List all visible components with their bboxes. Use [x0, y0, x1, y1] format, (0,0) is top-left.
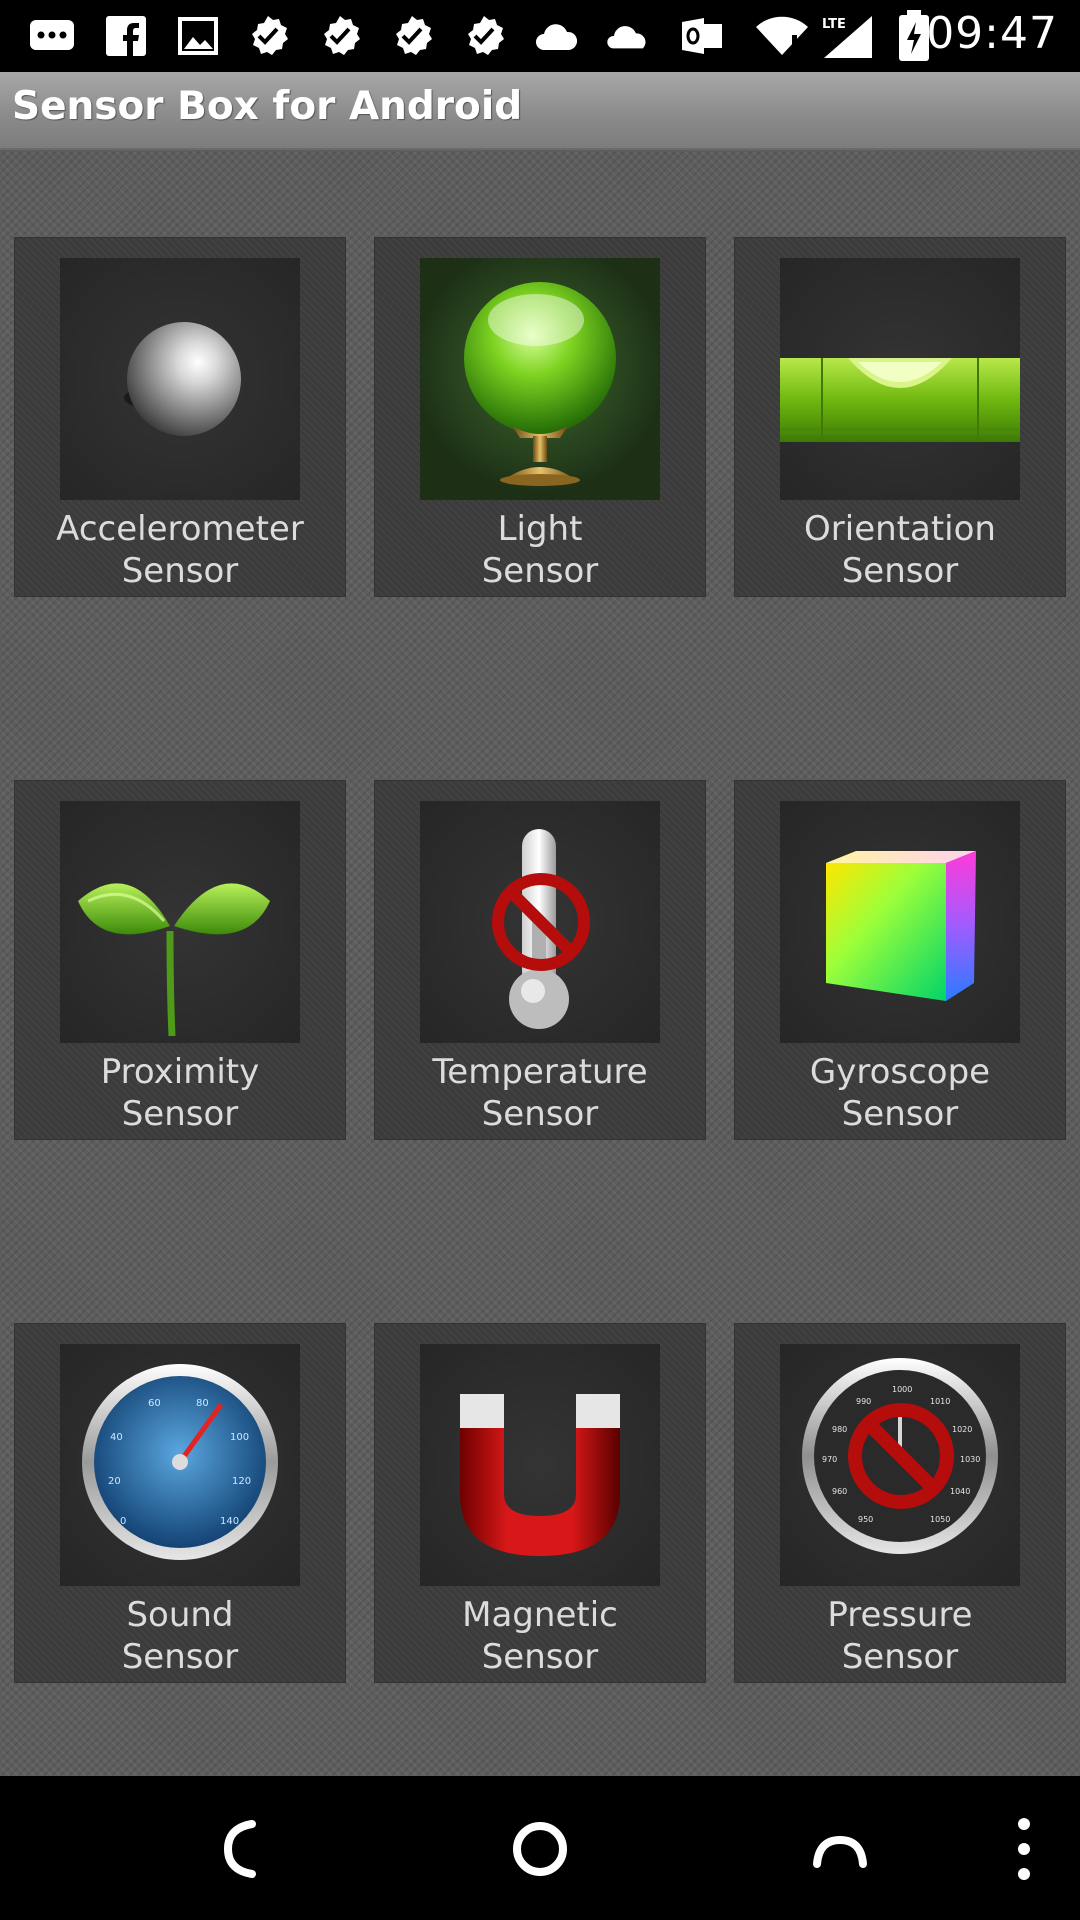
cloud-icon: [606, 14, 650, 58]
home-icon[interactable]: [505, 1814, 575, 1884]
app-title-bar: Sensor Box for Android: [0, 72, 1080, 150]
spirit-level-icon: [780, 258, 1020, 500]
clock: 09:47: [926, 8, 1058, 59]
magnet-icon: [420, 1344, 660, 1586]
facebook-icon: [104, 14, 148, 58]
outlook-icon: [680, 14, 724, 58]
metal-ball-icon: [60, 258, 300, 500]
gauge-tick-label: 120: [232, 1476, 251, 1487]
pressure-sensor-tile[interactable]: 1000 990 1010 980 1020 970 1030 960 1040…: [735, 1324, 1065, 1682]
gyroscope-sensor-tile[interactable]: Gyroscope Sensor: [735, 781, 1065, 1139]
gauge-tick-label: 1000: [892, 1385, 912, 1394]
light-sensor-tile[interactable]: Light Sensor: [375, 238, 705, 596]
sensor-label: Pressure Sensor: [827, 1595, 973, 1677]
gauge-tick-label: 60: [148, 1398, 161, 1409]
gauge-tick-label: 80: [196, 1398, 209, 1409]
back-icon[interactable]: [206, 1814, 276, 1884]
lte-signal-icon: LTE: [820, 14, 876, 58]
orientation-sensor-tile[interactable]: Orientation Sensor: [735, 238, 1065, 596]
gauge-tick-label: 1050: [930, 1515, 950, 1524]
sprout-icon: [60, 801, 300, 1043]
unavailable-icon: [492, 873, 590, 971]
image-icon: [176, 14, 220, 58]
gauge-tick-label: 20: [108, 1476, 121, 1487]
speedometer-icon: 0 20 40 60 80 100 120 140: [60, 1344, 300, 1586]
check-icon: [390, 14, 434, 58]
sensor-label: Temperature Sensor: [432, 1052, 648, 1134]
check-icon: [246, 14, 290, 58]
check-icon: [318, 14, 362, 58]
sensor-label: Accelerometer Sensor: [56, 509, 304, 591]
temperature-sensor-tile[interactable]: Temperature Sensor: [375, 781, 705, 1139]
gauge-tick-label: 40: [110, 1432, 123, 1443]
gauge-tick-label: 970: [822, 1455, 837, 1464]
sensor-label: Magnetic Sensor: [462, 1595, 618, 1677]
magnetic-sensor-tile[interactable]: Magnetic Sensor: [375, 1324, 705, 1682]
sensor-label: Proximity Sensor: [100, 1052, 260, 1134]
check-icon: [462, 14, 506, 58]
sensor-label: Sound Sensor: [121, 1595, 239, 1677]
sensor-label: Orientation Sensor: [804, 509, 996, 591]
navigation-bar: [0, 1776, 1080, 1920]
recents-icon[interactable]: [805, 1814, 875, 1884]
sound-sensor-tile[interactable]: 0 20 40 60 80 100 120 140 Sound Sensor: [15, 1324, 345, 1682]
app-title: Sensor Box for Android: [12, 84, 523, 129]
color-cube-icon: [780, 801, 1020, 1043]
gauge-tick-label: 100: [230, 1432, 249, 1443]
accelerometer-sensor-tile[interactable]: Accelerometer Sensor: [15, 238, 345, 596]
chat-icon: [30, 14, 74, 58]
overflow-menu-icon[interactable]: [985, 1814, 1045, 1884]
sensor-label: Gyroscope Sensor: [809, 1052, 991, 1134]
status-bar: LTE 09:47: [0, 0, 1080, 72]
crystal-ball-icon: [420, 258, 660, 500]
unavailable-icon: [848, 1403, 954, 1509]
sensor-grid: Accelerometer Sensor Light Sensor Orient…: [0, 150, 1080, 1776]
gauge-tick-label: 1030: [960, 1455, 980, 1464]
wifi-icon: [752, 14, 812, 58]
cloud-icon: [534, 14, 578, 58]
svg-text:LTE: LTE: [822, 17, 846, 32]
gauge-tick-label: 0: [120, 1516, 126, 1527]
gauge-tick-label: 140: [220, 1516, 239, 1527]
gauge-tick-label: 950: [858, 1515, 873, 1524]
proximity-sensor-tile[interactable]: Proximity Sensor: [15, 781, 345, 1139]
sensor-label: Light Sensor: [481, 509, 599, 591]
